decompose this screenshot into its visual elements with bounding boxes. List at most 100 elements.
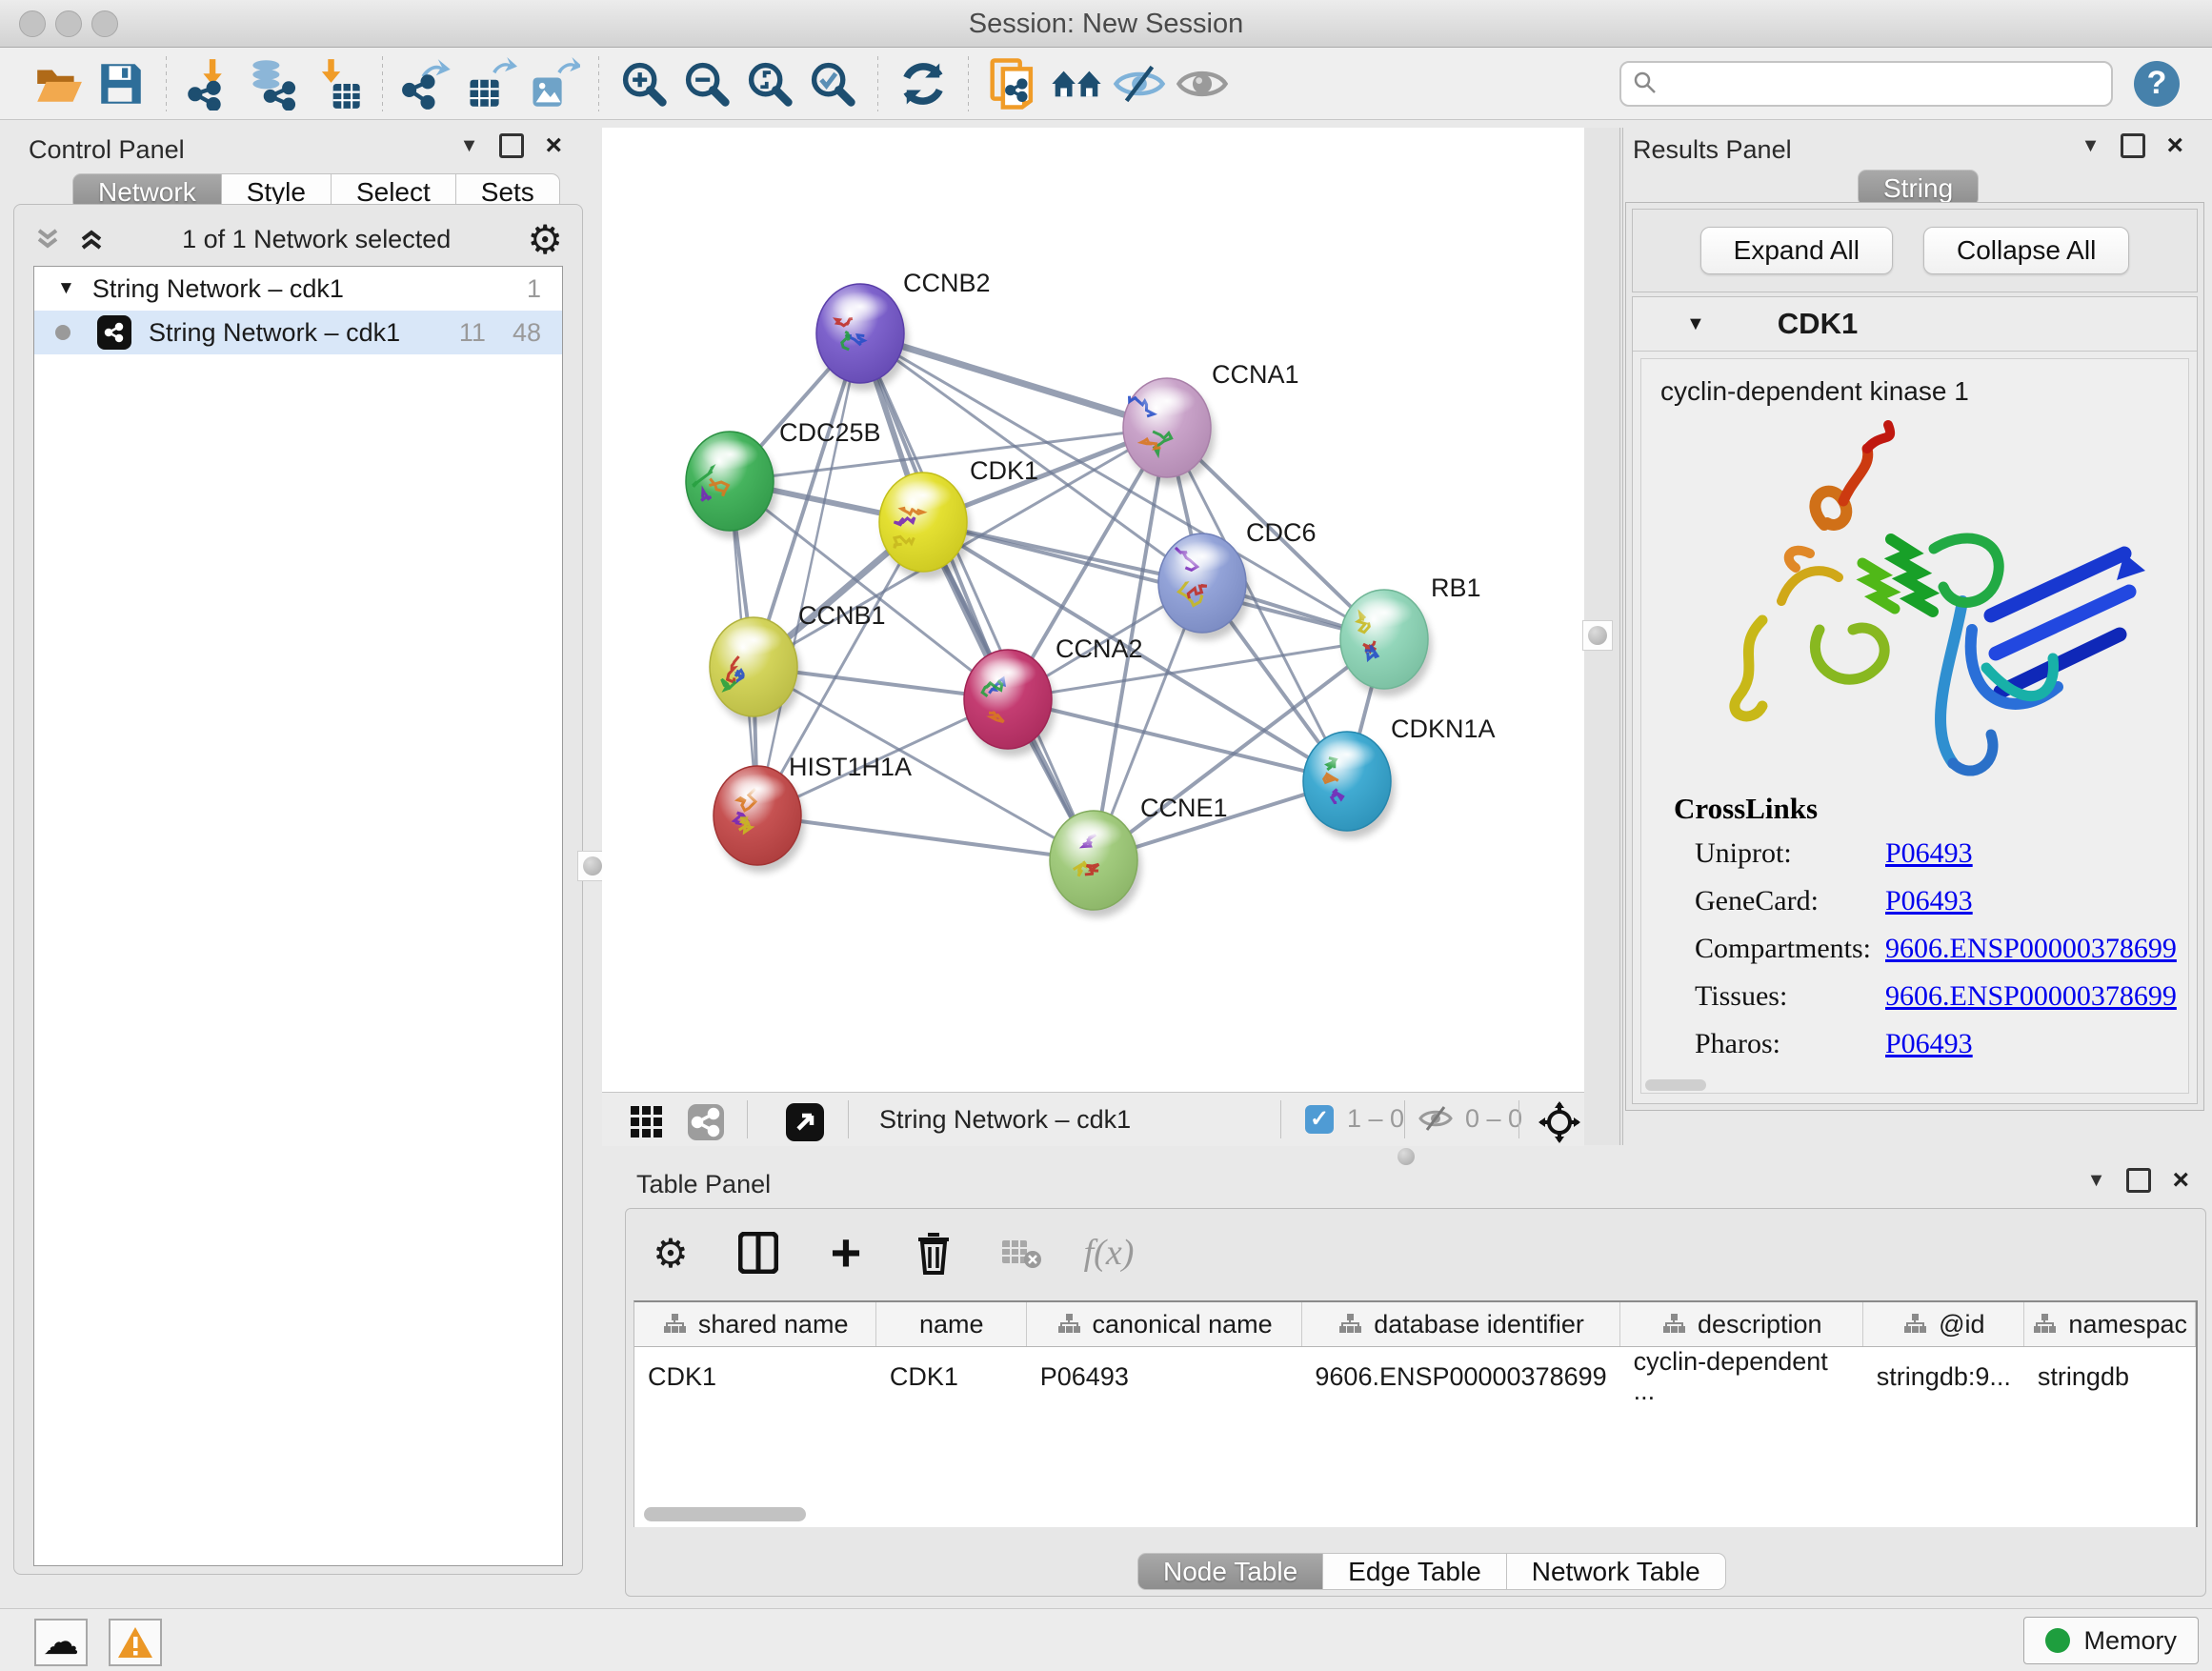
zoom-in-button[interactable] bbox=[613, 52, 675, 115]
float-panel-icon[interactable] bbox=[2121, 133, 2145, 158]
open-navigator-button[interactable] bbox=[779, 1097, 831, 1148]
columns-icon bbox=[738, 1232, 778, 1274]
cloud-status-button[interactable]: ☁ bbox=[34, 1619, 88, 1666]
question-icon: ? bbox=[2147, 65, 2167, 102]
function-builder-button[interactable]: f(x) bbox=[1083, 1227, 1135, 1278]
help-button[interactable]: ? bbox=[2134, 61, 2180, 107]
compartments-link[interactable]: 9606.ENSP00000378699 bbox=[1885, 933, 2177, 965]
crosslink-label: GeneCard: bbox=[1695, 885, 1885, 917]
collection-count: 1 bbox=[527, 274, 541, 304]
crosslinks-heading: CrossLinks bbox=[1674, 792, 2188, 826]
zoom-selected-button[interactable] bbox=[801, 52, 864, 115]
network-row[interactable]: String Network – cdk1 11 48 bbox=[34, 311, 562, 354]
collapse-all-networks-icon[interactable] bbox=[33, 225, 62, 253]
column-header-description[interactable]: description bbox=[1620, 1302, 1863, 1347]
toolbar-separator bbox=[877, 56, 878, 111]
column-header-database-identifier[interactable]: database identifier bbox=[1301, 1302, 1619, 1347]
edge-count: 48 bbox=[513, 318, 541, 348]
results-hscrollbar-thumb[interactable] bbox=[1645, 1079, 1706, 1091]
hidden-eye-icon[interactable] bbox=[1418, 1102, 1454, 1135]
table-row[interactable]: CDK1 CDK1 P06493 9606.ENSP00000378699 cy… bbox=[634, 1347, 2196, 1407]
genecard-link[interactable]: P06493 bbox=[1885, 885, 1973, 917]
close-panel-icon[interactable]: × bbox=[545, 136, 562, 155]
import-table-file-button[interactable] bbox=[306, 52, 369, 115]
show-grid-button[interactable] bbox=[621, 1097, 673, 1148]
collapse-all-button[interactable]: Collapse All bbox=[1923, 227, 2129, 274]
first-neighbors-button[interactable] bbox=[1045, 52, 1108, 115]
collection-name: String Network – cdk1 bbox=[92, 274, 344, 304]
fit-selected-button[interactable] bbox=[1534, 1097, 1585, 1148]
network-node-CCNA2 bbox=[964, 650, 1056, 756]
column-header-name[interactable]: name bbox=[876, 1302, 1027, 1347]
memory-button[interactable]: Memory bbox=[2023, 1617, 2199, 1664]
import-network-database-button[interactable] bbox=[243, 52, 306, 115]
export-table-button[interactable] bbox=[459, 52, 522, 115]
column-header-shared-name[interactable]: shared name bbox=[634, 1302, 876, 1347]
network-panel-box: 1 of 1 Network selected ⚙ ▼ String Netwo… bbox=[13, 204, 583, 1575]
collapse-panel-icon[interactable]: ▼ bbox=[460, 135, 479, 157]
import-network-file-button[interactable] bbox=[180, 52, 243, 115]
pharos-link[interactable]: P06493 bbox=[1885, 1028, 1973, 1060]
delete-table-button[interactable] bbox=[995, 1227, 1047, 1278]
network-node-CDK1 bbox=[879, 473, 971, 579]
expand-all-networks-icon[interactable] bbox=[77, 225, 106, 253]
fx-icon: f(x) bbox=[1084, 1232, 1135, 1274]
collapse-panel-icon[interactable]: ▼ bbox=[2087, 1170, 2106, 1192]
string-network-view[interactable]: CCNB2CCNA1CDC25BCDK1CDC6RB1CCNB1CCNA2CDK… bbox=[602, 128, 1584, 1092]
network-canvas[interactable]: CCNB2CCNA1CDC25BCDK1CDC6RB1CCNB1CCNA2CDK… bbox=[602, 128, 1584, 1092]
column-tree-icon bbox=[1902, 1313, 1927, 1336]
column-header-namespace[interactable]: namespac bbox=[2024, 1302, 2196, 1347]
export-image-button[interactable] bbox=[522, 52, 585, 115]
crosslink-label: Uniprot: bbox=[1695, 837, 1885, 870]
protein-result-card: ▼ CDK1 cyclin-dependent kinase 1 bbox=[1632, 296, 2198, 1104]
network-selection-status: 1 of 1 Network selected bbox=[106, 225, 527, 254]
float-panel-icon[interactable] bbox=[499, 133, 524, 158]
network-type-button[interactable] bbox=[680, 1097, 732, 1148]
zoom-fit-button[interactable] bbox=[738, 52, 801, 115]
hide-selected-button[interactable] bbox=[1108, 52, 1171, 115]
close-panel-icon[interactable]: × bbox=[2166, 136, 2183, 155]
delete-column-button[interactable] bbox=[908, 1227, 959, 1278]
export-network-button[interactable] bbox=[396, 52, 459, 115]
search-input[interactable] bbox=[1619, 61, 2113, 107]
collapse-panel-icon[interactable]: ▼ bbox=[2081, 135, 2101, 157]
open-session-button[interactable] bbox=[27, 52, 90, 115]
protein-card-header[interactable]: ▼ CDK1 bbox=[1633, 297, 2197, 352]
canvas-toolbar: String Network – cdk1 ✓ 1 – 0 0 – 0 bbox=[602, 1092, 1584, 1146]
collapse-card-icon[interactable]: ▼ bbox=[1686, 313, 1705, 335]
float-panel-icon[interactable] bbox=[2126, 1168, 2151, 1193]
table-panel-title: Table Panel bbox=[636, 1170, 771, 1199]
toolbar-separator bbox=[968, 56, 969, 111]
show-graphics-button[interactable] bbox=[1171, 52, 1234, 115]
tab-node-table[interactable]: Node Table bbox=[1137, 1553, 1323, 1590]
save-session-button[interactable] bbox=[90, 52, 152, 115]
create-column-button[interactable]: + bbox=[820, 1227, 872, 1278]
selected-checkbox-icon[interactable]: ✓ bbox=[1305, 1105, 1334, 1134]
tree-expander-icon[interactable]: ▼ bbox=[57, 278, 75, 299]
grid-icon bbox=[629, 1104, 665, 1140]
refresh-button[interactable] bbox=[892, 52, 955, 115]
column-header-canonical-name[interactable]: canonical name bbox=[1027, 1302, 1302, 1347]
canvas-network-title: String Network – cdk1 bbox=[879, 1105, 1131, 1135]
close-panel-icon[interactable]: × bbox=[2172, 1171, 2189, 1190]
tab-edge-table[interactable]: Edge Table bbox=[1323, 1553, 1507, 1590]
eye-icon bbox=[1175, 56, 1230, 111]
tissues-link[interactable]: 9606.ENSP00000378699 bbox=[1885, 980, 2177, 1013]
zoom-out-button[interactable] bbox=[675, 52, 738, 115]
warnings-button[interactable] bbox=[109, 1619, 162, 1666]
network-collection-row[interactable]: ▼ String Network – cdk1 1 bbox=[34, 267, 562, 311]
uniprot-link[interactable]: P06493 bbox=[1885, 837, 1973, 870]
copy-network-button[interactable] bbox=[982, 52, 1045, 115]
network-options-gear-icon[interactable]: ⚙ bbox=[527, 216, 563, 263]
table-options-button[interactable]: ⚙ bbox=[645, 1227, 696, 1278]
show-columns-button[interactable] bbox=[733, 1227, 784, 1278]
export-table-icon bbox=[464, 57, 517, 111]
memory-label: Memory bbox=[2083, 1626, 2177, 1656]
database-icon bbox=[248, 57, 301, 111]
svg-text:CCNA1: CCNA1 bbox=[1212, 360, 1299, 389]
tab-network-table[interactable]: Network Table bbox=[1507, 1553, 1726, 1590]
splitter-handle-right[interactable] bbox=[1582, 620, 1613, 651]
expand-all-button[interactable]: Expand All bbox=[1700, 227, 1893, 274]
table-hscrollbar-thumb[interactable] bbox=[644, 1507, 806, 1521]
column-header-id[interactable]: @id bbox=[1863, 1302, 2024, 1347]
